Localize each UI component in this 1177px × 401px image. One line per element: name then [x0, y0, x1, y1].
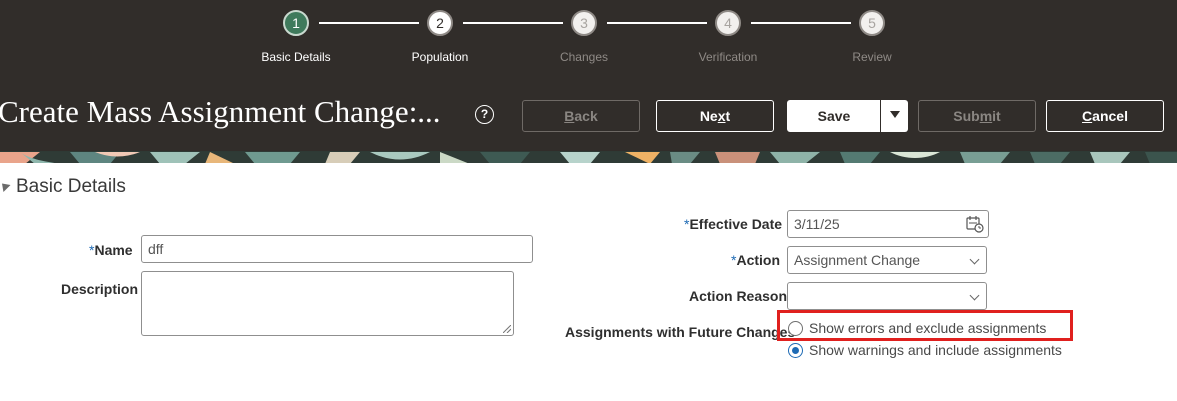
name-input[interactable]: dff: [141, 235, 533, 263]
collapse-triangle-icon[interactable]: [0, 179, 11, 193]
cancel-label-post: ancel: [1092, 108, 1128, 124]
chevron-down-icon: [969, 290, 980, 301]
action-label: *Action: [731, 252, 780, 268]
submit-label-post: it: [992, 108, 1001, 124]
train-step-population[interactable]: 2: [427, 10, 453, 36]
name-label-text: Name: [94, 242, 133, 258]
train-step-label: Review: [852, 50, 892, 64]
next-label-accel: x: [717, 108, 726, 124]
next-button[interactable]: Next: [656, 100, 774, 132]
train-connector: [463, 22, 563, 24]
highlight-annotation: [777, 310, 1073, 341]
page-header: 1 2 3 4 5 Basic Details Population Chang…: [0, 0, 1177, 151]
caret-down-icon: [890, 111, 900, 118]
train-step-verification: 4: [715, 10, 741, 36]
page-title: Create Mass Assignment Change:...: [0, 94, 441, 129]
save-button[interactable]: Save: [787, 100, 881, 132]
submit-button[interactable]: Submit: [918, 100, 1036, 132]
submit-label-accel: m: [979, 108, 993, 124]
chevron-down-icon: [969, 254, 980, 265]
back-button[interactable]: Back: [522, 100, 640, 132]
section-title: Basic Details: [16, 176, 126, 197]
train-step-label: Basic Details: [261, 50, 331, 64]
action-reason-select[interactable]: [787, 282, 987, 310]
effective-date-label: *Effective Date: [684, 216, 782, 232]
calendar-icon[interactable]: [966, 215, 984, 233]
train-step-label: Verification: [698, 50, 758, 64]
train-step-basic-details[interactable]: 1: [283, 10, 309, 36]
save-menu-button[interactable]: [880, 100, 908, 132]
action-value: Assignment Change: [794, 252, 921, 268]
effective-date-value: 3/11/25: [794, 216, 840, 232]
radio-option-label: Show warnings and include assignments: [809, 342, 1062, 358]
back-label-accel: B: [564, 108, 575, 124]
submit-label-pre: Sub: [953, 108, 980, 124]
radio-button-selected[interactable]: [788, 343, 803, 358]
train-step-label: Changes: [559, 50, 609, 64]
action-label-text: Action: [736, 252, 781, 268]
train-connector: [319, 22, 419, 24]
description-label: Description: [61, 281, 139, 297]
train-step-label: Population: [411, 50, 469, 64]
action-reason-label: Action Reason: [689, 288, 788, 304]
next-label-post: t: [725, 108, 731, 124]
question-circle-icon[interactable]: ?: [475, 105, 494, 124]
back-label-post: ack: [574, 108, 598, 124]
cancel-button[interactable]: Cancel: [1046, 100, 1164, 132]
action-select[interactable]: Assignment Change: [787, 246, 987, 274]
effective-date-input[interactable]: 3/11/25: [787, 210, 989, 238]
decorative-pattern: [0, 152, 1177, 163]
description-textarea[interactable]: [141, 271, 514, 336]
decorative-banner: [0, 151, 1177, 163]
name-label: *Name: [89, 242, 133, 258]
cancel-label-accel: C: [1082, 108, 1093, 124]
effective-date-label-text: Effective Date: [689, 216, 783, 232]
future-changes-label: Assignments with Future Changes: [565, 324, 796, 340]
resize-handle-icon[interactable]: [503, 325, 511, 333]
next-label-pre: Ne: [699, 108, 718, 124]
train-connector: [607, 22, 707, 24]
train-step-changes: 3: [571, 10, 597, 36]
train-step-review: 5: [859, 10, 885, 36]
train-connector: [751, 22, 851, 24]
